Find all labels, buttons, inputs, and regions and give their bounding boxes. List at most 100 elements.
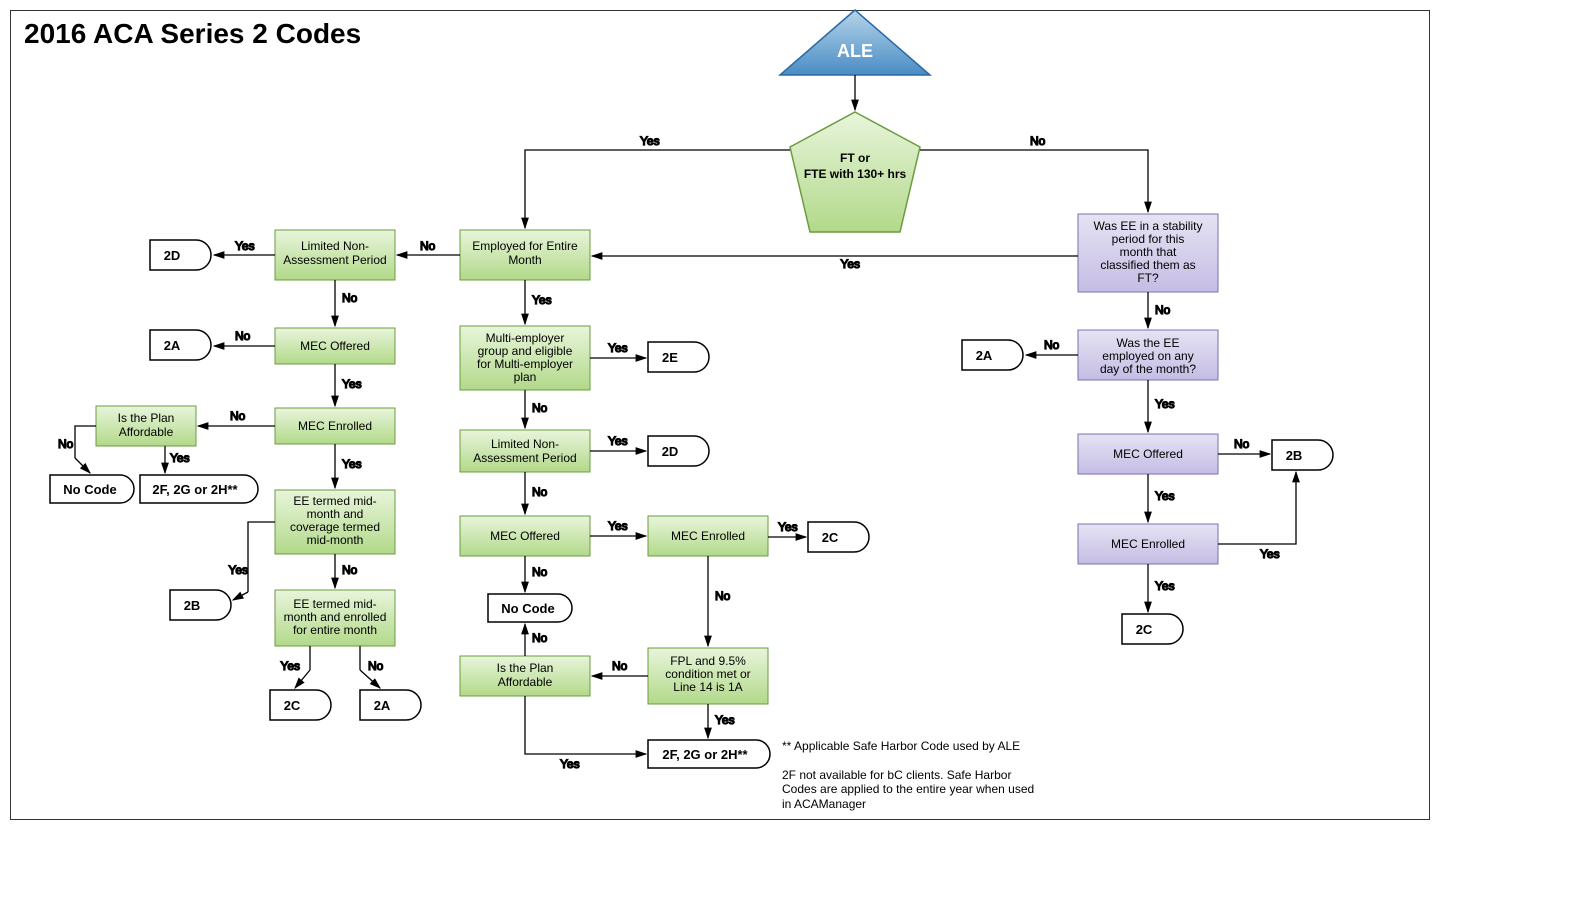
svg-text:Month: Month — [508, 253, 541, 267]
svg-text:No: No — [1234, 437, 1250, 451]
svg-text:Was the EE: Was the EE — [1117, 336, 1180, 350]
terminal-2f2g2h-left: 2F, 2G or 2H** — [140, 475, 258, 503]
svg-text:Assessment Period: Assessment Period — [283, 253, 386, 267]
ft-line1: FT or — [840, 151, 870, 165]
svg-text:No: No — [342, 291, 358, 305]
svg-text:MEC Enrolled: MEC Enrolled — [298, 419, 372, 433]
svg-text:MEC Offered: MEC Offered — [1113, 447, 1183, 461]
svg-text:No: No — [230, 409, 246, 423]
svg-text:No: No — [1030, 134, 1046, 148]
svg-text:EE termed mid-: EE termed mid- — [293, 494, 376, 508]
svg-text:for Multi-employer: for Multi-employer — [477, 357, 573, 371]
svg-text:Limited Non-: Limited Non- — [491, 437, 559, 451]
terminal-2c-center: 2C — [808, 522, 869, 552]
svg-text:No: No — [532, 485, 548, 499]
svg-text:MEC Enrolled: MEC Enrolled — [671, 529, 745, 543]
svg-text:Yes: Yes — [1260, 547, 1280, 561]
svg-text:No: No — [1044, 338, 1060, 352]
svg-text:Yes: Yes — [840, 257, 860, 271]
svg-text:2A: 2A — [976, 348, 993, 363]
svg-text:2B: 2B — [184, 598, 201, 613]
node-plan-affordable-center: Is the Plan Affordable — [460, 656, 590, 696]
svg-text:No: No — [532, 565, 548, 579]
node-mec-enrolled-center: MEC Enrolled — [648, 516, 768, 556]
svg-text:Limited Non-: Limited Non- — [301, 239, 369, 253]
svg-text:condition met or: condition met or — [665, 667, 750, 681]
terminal-no-code-center: No Code — [488, 594, 572, 622]
node-ee-employed-any-day: Was the EE employed on any day of the mo… — [1078, 330, 1218, 380]
svg-text:Yes: Yes — [778, 520, 798, 534]
svg-text:group and eligible: group and eligible — [478, 344, 573, 358]
node-ee-termed-coverage-mid: EE termed mid- month and coverage termed… — [275, 490, 395, 554]
terminal-2b-left: 2B — [170, 590, 231, 620]
terminal-2c-right: 2C — [1122, 614, 1183, 644]
terminal-2b-right: 2B — [1272, 440, 1333, 470]
svg-text:EE termed mid-: EE termed mid- — [293, 597, 376, 611]
svg-text:No: No — [342, 563, 358, 577]
svg-text:Yes: Yes — [170, 451, 190, 465]
svg-text:Yes: Yes — [235, 239, 255, 253]
svg-text:Yes: Yes — [1155, 579, 1175, 593]
svg-text:2B: 2B — [1286, 448, 1303, 463]
svg-text:Yes: Yes — [608, 341, 628, 355]
svg-text:No Code: No Code — [501, 601, 554, 616]
node-ee-termed-enrolled-entire: EE termed mid- month and enrolled for en… — [275, 590, 395, 646]
node-mec-enrolled-left: MEC Enrolled — [275, 408, 395, 444]
svg-text:mid-month: mid-month — [307, 533, 364, 547]
terminal-2d-center: 2D — [648, 436, 709, 466]
svg-text:Multi-employer: Multi-employer — [486, 331, 565, 345]
node-ale: ALE — [780, 10, 930, 75]
svg-text:Yes: Yes — [608, 434, 628, 448]
svg-text:Yes: Yes — [1155, 397, 1175, 411]
svg-text:month that: month that — [1120, 245, 1177, 259]
terminal-2f2g2h-center: 2F, 2G or 2H** — [648, 740, 770, 768]
svg-text:Affordable: Affordable — [498, 675, 553, 689]
ale-label: ALE — [837, 41, 873, 61]
terminal-2e: 2E — [648, 342, 709, 372]
svg-text:2A: 2A — [374, 698, 391, 713]
svg-text:No: No — [715, 589, 731, 603]
svg-text:MEC Enrolled: MEC Enrolled — [1111, 537, 1185, 551]
svg-text:No Code: No Code — [63, 482, 116, 497]
node-stability-period: Was EE in a stability period for this mo… — [1078, 214, 1218, 292]
footnote-2: 2F not available for bC clients. Safe Ha… — [782, 768, 1042, 811]
svg-text:FT?: FT? — [1137, 271, 1159, 285]
svg-text:No: No — [58, 437, 74, 451]
svg-text:FPL and 9.5%: FPL and 9.5% — [670, 654, 746, 668]
node-mec-offered-right: MEC Offered — [1078, 434, 1218, 474]
svg-text:2F, 2G or 2H**: 2F, 2G or 2H** — [662, 747, 748, 762]
footnote-1: ** Applicable Safe Harbor Code used by A… — [782, 739, 1020, 753]
terminal-2a-left: 2A — [150, 330, 211, 360]
svg-text:Line 14 is 1A: Line 14 is 1A — [673, 680, 742, 694]
svg-text:Yes: Yes — [1155, 489, 1175, 503]
svg-text:Affordable: Affordable — [119, 425, 174, 439]
svg-text:day of the month?: day of the month? — [1100, 362, 1196, 376]
svg-text:Employed for Entire: Employed for Entire — [472, 239, 578, 253]
svg-text:employed on any: employed on any — [1102, 349, 1193, 363]
terminal-2a-right: 2A — [962, 340, 1023, 370]
svg-text:No: No — [1155, 303, 1171, 317]
node-mec-offered-left: MEC Offered — [275, 328, 395, 364]
svg-text:Is the Plan: Is the Plan — [497, 661, 554, 675]
svg-text:Yes: Yes — [532, 293, 552, 307]
svg-text:MEC Offered: MEC Offered — [490, 529, 560, 543]
svg-text:No: No — [612, 659, 628, 673]
node-mec-enrolled-right: MEC Enrolled — [1078, 524, 1218, 564]
node-fpl-condition: FPL and 9.5% condition met or Line 14 is… — [648, 648, 768, 704]
ft-line2: FTE with 130+ hrs — [804, 167, 907, 181]
svg-text:MEC Offered: MEC Offered — [300, 339, 370, 353]
node-mec-offered-center: MEC Offered — [460, 516, 590, 556]
node-limited-non-assessment-left: Limited Non- Assessment Period — [275, 230, 395, 280]
svg-text:month and: month and — [307, 507, 364, 521]
svg-text:2D: 2D — [164, 248, 181, 263]
svg-text:Yes: Yes — [228, 563, 248, 577]
svg-text:for entire month: for entire month — [293, 623, 377, 637]
svg-text:Is the Plan: Is the Plan — [118, 411, 175, 425]
svg-text:coverage termed: coverage termed — [290, 520, 380, 534]
flowchart-svg: ALE FT or FTE with 130+ hrs Employed for… — [0, 0, 1573, 900]
svg-text:Assessment Period: Assessment Period — [473, 451, 576, 465]
svg-text:2C: 2C — [1136, 622, 1153, 637]
svg-text:Yes: Yes — [560, 757, 580, 771]
svg-text:No: No — [420, 239, 436, 253]
svg-text:Yes: Yes — [342, 377, 362, 391]
